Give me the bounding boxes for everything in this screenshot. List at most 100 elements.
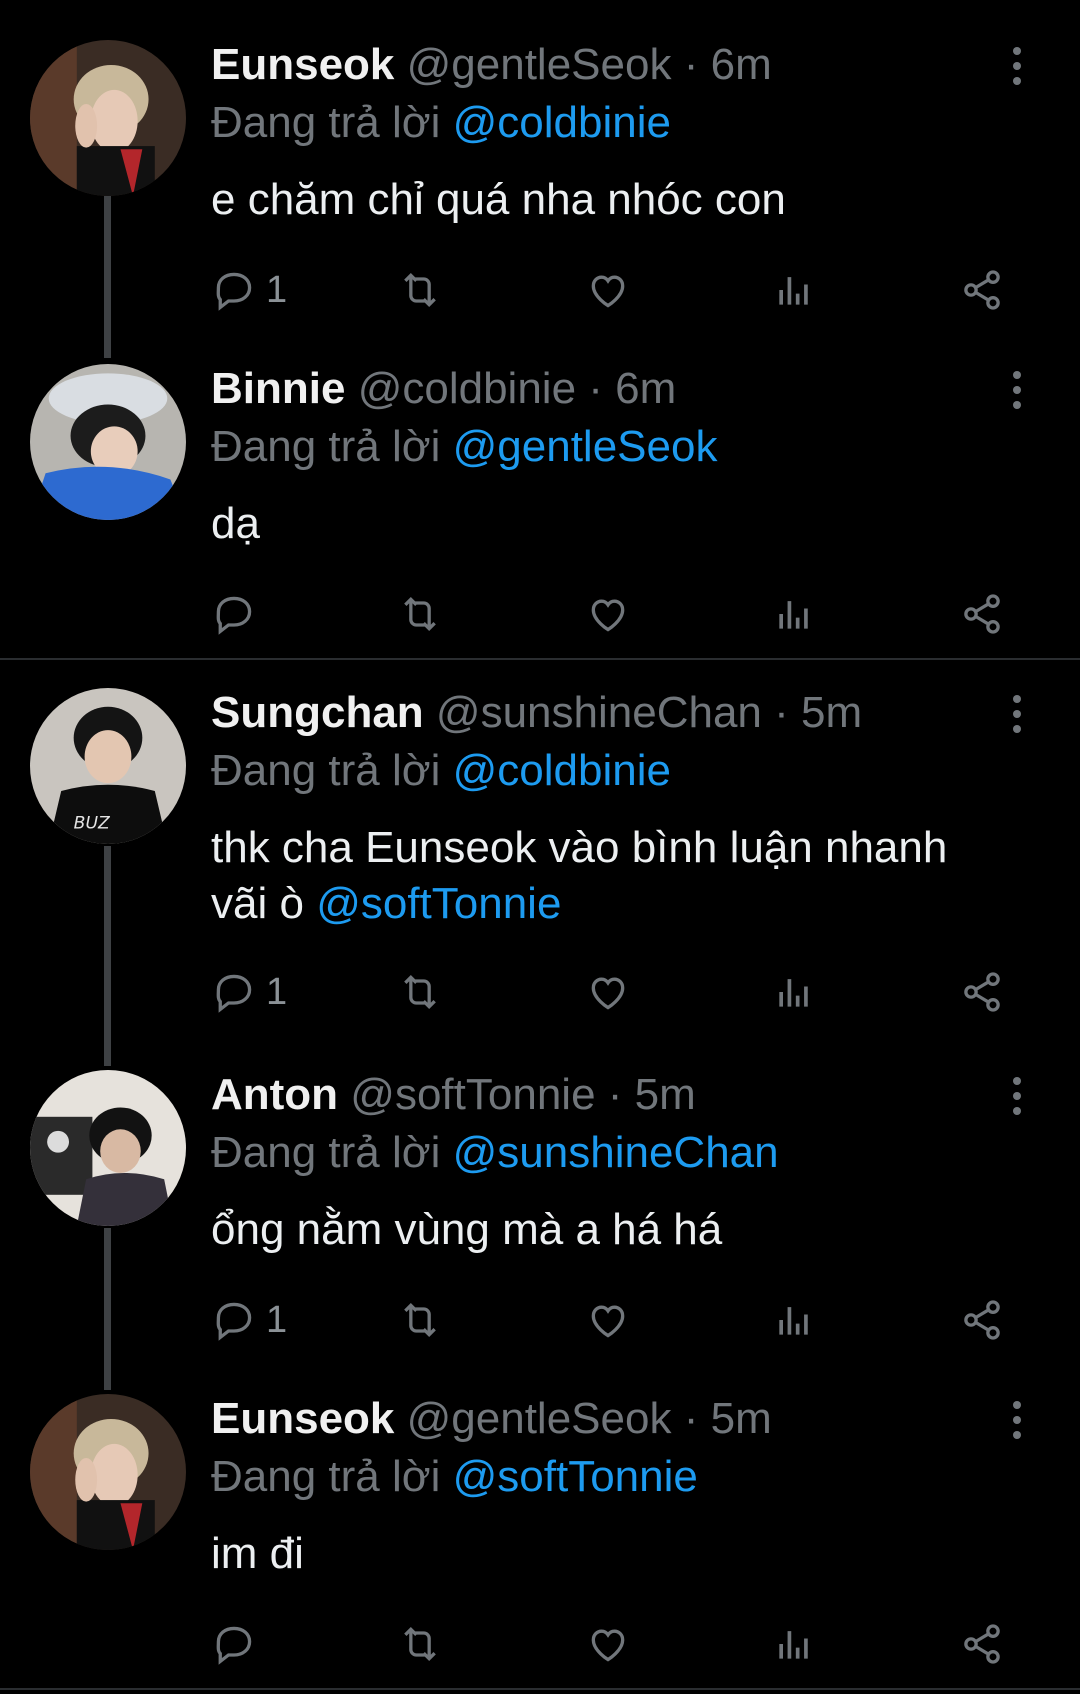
tweet[interactable]: BUZ Sungchan @sunshineChan · 5m Đang trả… — [0, 648, 1080, 1040]
replying-to-label: Đang trả lời — [211, 746, 441, 795]
tweet-text-prefix: vãi ò — [211, 879, 304, 928]
like-button[interactable] — [586, 1290, 630, 1350]
more-icon[interactable] — [1000, 370, 1034, 410]
tweet-actions: 1 — [0, 260, 1080, 320]
user-handle[interactable]: @softTonnie — [350, 1070, 595, 1119]
bottom-divider — [0, 1688, 1080, 1690]
user-handle[interactable]: @gentleSeok — [407, 1394, 672, 1443]
reply-button[interactable]: 1 — [212, 1290, 287, 1350]
display-name[interactable]: Eunseok — [211, 1394, 394, 1443]
reply-icon — [216, 1626, 252, 1665]
replying-to-mention[interactable]: @gentleSeok — [453, 422, 718, 471]
reply-button[interactable] — [212, 584, 266, 644]
like-icon — [591, 1629, 625, 1662]
reply-button[interactable]: 1 — [212, 260, 287, 320]
reply-count: 1 — [266, 1298, 288, 1341]
like-button[interactable] — [586, 1614, 630, 1674]
views-icon — [779, 979, 808, 1007]
timestamp[interactable]: 5m — [635, 1070, 696, 1119]
tweet-text-line: thk cha Eunseok vào bình luận nhanh — [211, 823, 948, 872]
like-button[interactable] — [586, 962, 630, 1022]
share-icon — [964, 1624, 1000, 1664]
retweet-icon — [404, 272, 436, 308]
share-button[interactable] — [960, 584, 1004, 644]
reply-icon — [216, 1302, 252, 1341]
views-icon — [779, 1307, 808, 1335]
tweet[interactable]: Binnie @coldbinie · 6m Đang trả lời @gen… — [0, 324, 1080, 660]
timestamp[interactable]: 6m — [615, 364, 676, 413]
retweet-button[interactable] — [398, 1290, 442, 1350]
reply-count: 1 — [266, 268, 288, 311]
tweet-text: thk cha Eunseok vào bình luận nhanh vãi … — [211, 820, 1031, 932]
user-handle[interactable]: @gentleSeok — [407, 40, 672, 89]
separator: · — [588, 364, 603, 413]
replying-to: Đang trả lời @coldbinie — [211, 744, 671, 798]
replying-to-mention[interactable]: @coldbinie — [453, 98, 671, 147]
retweet-button[interactable] — [398, 260, 442, 320]
reply-count: 1 — [266, 970, 288, 1013]
reply-icon — [216, 596, 252, 635]
more-icon[interactable] — [1000, 1076, 1034, 1116]
share-button[interactable] — [960, 962, 1004, 1022]
avatar[interactable] — [30, 1394, 186, 1550]
timestamp[interactable]: 6m — [711, 40, 772, 89]
avatar[interactable]: BUZ — [30, 688, 186, 844]
tweet[interactable]: Anton @softTonnie · 5m Đang trả lời @sun… — [0, 1030, 1080, 1366]
tweet-mention[interactable]: @softTonnie — [316, 879, 561, 928]
display-name[interactable]: Eunseok — [211, 40, 394, 89]
tweet[interactable]: Eunseok @gentleSeok · 5m Đang trả lời @s… — [0, 1354, 1080, 1690]
replying-to-mention[interactable]: @coldbinie — [453, 746, 671, 795]
views-button[interactable] — [772, 584, 816, 644]
timestamp[interactable]: 5m — [801, 688, 862, 737]
tweet-text: ổng nằm vùng mà a há há — [211, 1205, 723, 1254]
more-icon[interactable] — [1000, 1400, 1034, 1440]
retweet-button[interactable] — [398, 962, 442, 1022]
views-button[interactable] — [772, 1290, 816, 1350]
replying-to: Đang trả lời @gentleSeok — [211, 420, 717, 474]
share-button[interactable] — [960, 260, 1004, 320]
like-button[interactable] — [586, 584, 630, 644]
tweet-text: e chăm chỉ quá nha nhóc con — [211, 175, 786, 224]
svg-text:BUZ: BUZ — [74, 813, 111, 833]
timestamp[interactable]: 5m — [711, 1394, 772, 1443]
replying-to-mention[interactable]: @softTonnie — [453, 1452, 698, 1501]
more-icon[interactable] — [1000, 694, 1034, 734]
more-icon[interactable] — [1000, 46, 1034, 86]
replying-to-label: Đang trả lời — [211, 1452, 441, 1501]
share-icon — [964, 270, 1000, 310]
replying-to-label: Đang trả lời — [211, 422, 441, 471]
tweet-header: Eunseok @gentleSeok · 6m — [211, 38, 772, 92]
views-button[interactable] — [772, 1614, 816, 1674]
tweet[interactable]: Eunseok @gentleSeok · 6m Đang trả lời @c… — [0, 0, 1080, 350]
display-name[interactable]: Anton — [211, 1070, 338, 1119]
replying-to-mention[interactable]: @sunshineChan — [453, 1128, 779, 1177]
share-icon — [964, 1300, 1000, 1340]
share-button[interactable] — [960, 1614, 1004, 1674]
retweet-button[interactable] — [398, 1614, 442, 1674]
tweet-actions — [0, 1614, 1080, 1674]
separator: · — [774, 688, 789, 737]
display-name[interactable]: Binnie — [211, 364, 345, 413]
user-handle[interactable]: @sunshineChan — [436, 688, 762, 737]
avatar[interactable] — [30, 40, 186, 196]
replying-to-label: Đang trả lời — [211, 98, 441, 147]
avatar[interactable] — [30, 364, 186, 520]
tweet-actions: 1 — [0, 1290, 1080, 1350]
reply-button[interactable]: 1 — [212, 962, 287, 1022]
display-name[interactable]: Sungchan — [211, 688, 424, 737]
replying-to: Đang trả lời @softTonnie — [211, 1450, 698, 1504]
avatar[interactable] — [30, 1070, 186, 1226]
views-button[interactable] — [772, 962, 816, 1022]
reply-button[interactable] — [212, 1614, 266, 1674]
replying-to: Đang trả lời @sunshineChan — [211, 1126, 779, 1180]
share-button[interactable] — [960, 1290, 1004, 1350]
retweet-button[interactable] — [398, 584, 442, 644]
views-button[interactable] — [772, 260, 816, 320]
separator: · — [683, 1394, 699, 1443]
views-icon — [779, 1631, 808, 1659]
user-handle[interactable]: @coldbinie — [358, 364, 576, 413]
tweet-header: Sungchan @sunshineChan · 5m — [211, 686, 862, 740]
like-button[interactable] — [586, 260, 630, 320]
like-icon — [591, 1305, 625, 1338]
separator: · — [683, 40, 699, 89]
